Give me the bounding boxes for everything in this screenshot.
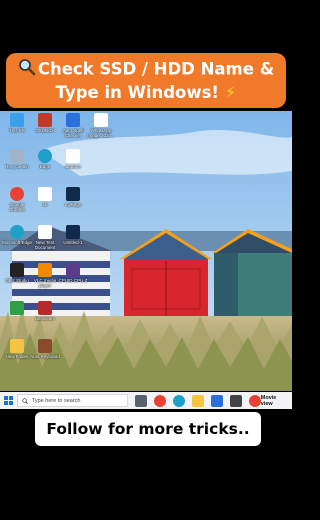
desktop-icon[interactable]: Bandicam bbox=[30, 301, 60, 321]
edge-icon bbox=[10, 225, 24, 239]
vlc-icon bbox=[38, 263, 52, 277]
desktop-icon-label: Recycle Bin bbox=[5, 164, 29, 169]
banner-title-line2: Type in Windows! bbox=[55, 83, 219, 102]
image-file-icon bbox=[38, 225, 52, 239]
file-explorer-icon[interactable] bbox=[191, 394, 204, 407]
desktop-icon[interactable]: Auto Spell Checker bbox=[58, 113, 88, 138]
task-view-icon[interactable] bbox=[134, 394, 147, 407]
desktop-icon[interactable]: CPUID CPU-Z bbox=[58, 263, 88, 283]
magnifying-glass-icon bbox=[18, 58, 36, 82]
desktop-icon[interactable]: OBS Studio bbox=[2, 263, 32, 283]
desktop-icon-label: CRUNCH bbox=[35, 128, 55, 133]
desktop-icon[interactable] bbox=[2, 301, 32, 316]
photoshop-icon bbox=[66, 225, 80, 239]
desktop-icon-label: myBags bbox=[64, 202, 82, 207]
banner-line-1: Check SSD / HDD Name & bbox=[18, 58, 274, 82]
taskbar-weather-label[interactable]: Movie view bbox=[261, 395, 288, 407]
windows-logo-icon bbox=[3, 396, 13, 405]
app-icon bbox=[38, 113, 52, 127]
desktop-icon-label: Capture bbox=[64, 164, 81, 169]
chrome-icon[interactable] bbox=[248, 394, 261, 407]
desktop-icon-label: Bandicam bbox=[34, 316, 55, 321]
chrome-icon[interactable] bbox=[153, 394, 166, 407]
desktop-icon[interactable]: Google Chrome bbox=[2, 187, 32, 212]
desktop-icon[interactable]: WhatsApp Image 2024... bbox=[86, 113, 116, 138]
recycle-bin-icon bbox=[10, 149, 24, 163]
high-voltage-icon: ⚡ bbox=[224, 83, 237, 102]
desktop-icon[interactable]: Microsoft Edge bbox=[2, 225, 32, 245]
windows-taskbar: Type here to search Movie view bbox=[0, 392, 292, 409]
cpu-icon bbox=[66, 263, 80, 277]
start-button[interactable] bbox=[0, 392, 17, 409]
photoshop-icon bbox=[66, 187, 80, 201]
pc-icon bbox=[10, 113, 24, 127]
image-file-icon bbox=[38, 187, 52, 201]
keyboard-icon bbox=[38, 339, 52, 353]
follow-caption: Follow for more tricks.. bbox=[35, 412, 261, 446]
chrome-icon bbox=[10, 187, 24, 201]
title-banner: Check SSD / HDD Name & Type in Windows! … bbox=[6, 53, 286, 108]
desktop-icon[interactable]: Auto Keyboard bbox=[30, 339, 60, 359]
desktop-icon-label: New Text Document bbox=[34, 240, 56, 250]
search-icon bbox=[22, 397, 28, 404]
desktop-icon-label: VLC media player bbox=[33, 278, 57, 288]
windows-desktop-screenshot: This PC CRUNCH Auto Spell Checker WhatsApp … bbox=[0, 111, 292, 409]
obs-icon bbox=[10, 263, 24, 277]
search-placeholder: Type here to search bbox=[31, 397, 81, 404]
app-icon bbox=[10, 301, 24, 315]
banner-title-line1: Check SSD / HDD Name & bbox=[37, 59, 275, 79]
desktop-icon[interactable]: myBags bbox=[58, 187, 88, 207]
edge-icon[interactable] bbox=[172, 394, 185, 407]
app-icon[interactable] bbox=[229, 394, 242, 407]
desktop-icon[interactable]: New Folder bbox=[2, 339, 32, 359]
desktop-icon-label: Google Chrome bbox=[8, 202, 25, 212]
banner-line-2: Type in Windows! ⚡ bbox=[56, 82, 237, 104]
desktop-icon-label: Edge bbox=[39, 164, 51, 169]
desktop-icon-label: Auto Spell Checker bbox=[62, 128, 84, 138]
image-file-icon bbox=[94, 113, 108, 127]
desktop-icon-label: New Folder bbox=[5, 354, 29, 359]
desktop-icon-label: CPUID CPU-Z bbox=[58, 278, 88, 283]
image-file-icon bbox=[66, 149, 80, 163]
desktop-icon[interactable]: sb bbox=[30, 187, 60, 207]
edge-icon bbox=[38, 149, 52, 163]
desktop-icon-label: OBS Studio bbox=[5, 278, 29, 283]
folder-icon bbox=[10, 339, 24, 353]
desktop-icon[interactable]: VLC media player bbox=[30, 263, 60, 288]
desktop-icon-label: Microsoft Edge bbox=[2, 240, 33, 245]
desktop-icon-label: WhatsApp Image 2024... bbox=[87, 128, 115, 138]
desktop-icon-label: Auto Keyboard bbox=[30, 354, 60, 359]
desktop-icon[interactable]: This PC bbox=[2, 113, 32, 133]
store-icon[interactable] bbox=[210, 394, 223, 407]
desktop-icon-label: sb bbox=[42, 202, 48, 207]
desktop-icon[interactable]: CRUNCH bbox=[30, 113, 60, 133]
desktop-icon-label: This PC bbox=[8, 128, 25, 133]
desktop-icon[interactable]: New Text Document bbox=[30, 225, 60, 250]
camera-icon bbox=[38, 301, 52, 315]
desktop-icon[interactable]: Recycle Bin bbox=[2, 149, 32, 169]
taskbar-pinned-apps bbox=[128, 394, 261, 407]
desktop-icon-label: Untitled-1 bbox=[63, 240, 83, 245]
desktop-icon[interactable]: Capture bbox=[58, 149, 88, 169]
check-icon bbox=[66, 113, 80, 127]
taskbar-search-box[interactable]: Type here to search bbox=[16, 394, 128, 407]
desktop-icon[interactable]: Untitled-1 bbox=[58, 225, 88, 245]
desktop-icon[interactable]: Edge bbox=[30, 149, 60, 169]
